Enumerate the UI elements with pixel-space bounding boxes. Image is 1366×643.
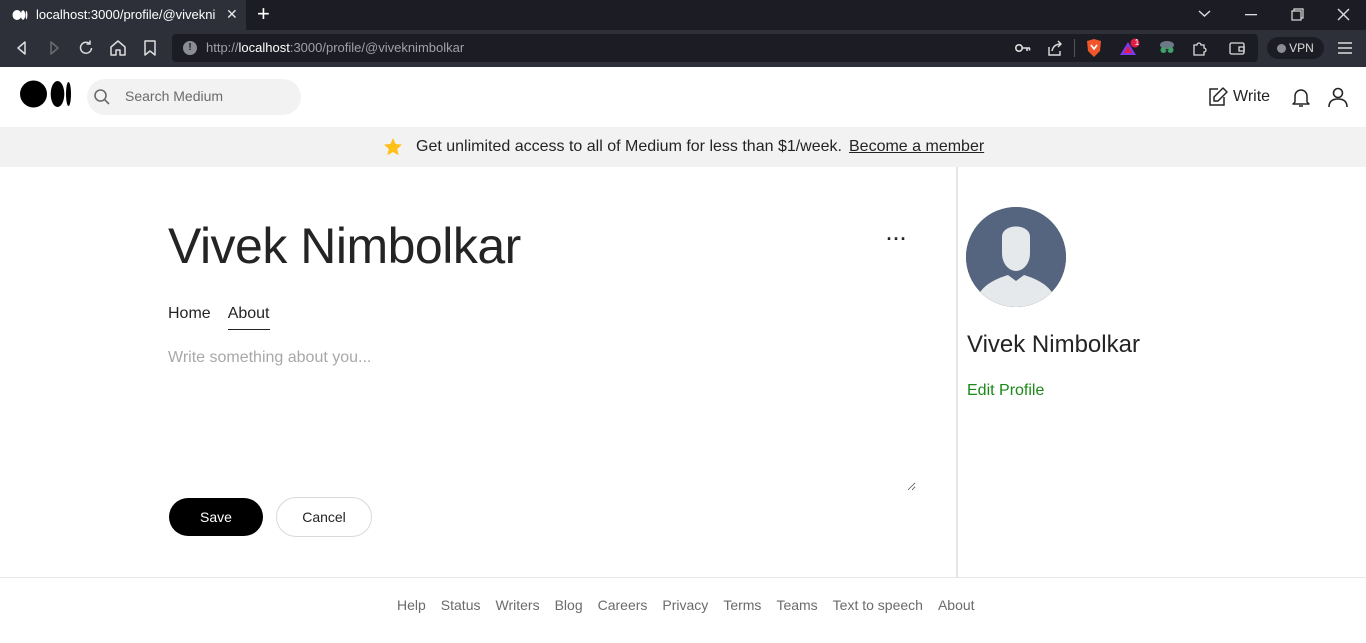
default-avatar-icon: [966, 207, 1066, 307]
close-window-icon[interactable]: [1337, 8, 1350, 21]
restore-icon[interactable]: [1291, 8, 1304, 21]
menu-hamburger-icon[interactable]: [1336, 39, 1354, 57]
address-bar[interactable]: ! http://localhost:3000/profile/@vivekni…: [172, 34, 1258, 62]
footer-link-blog[interactable]: Blog: [555, 597, 583, 613]
membership-banner: Get unlimited access to all of Medium fo…: [0, 127, 1366, 167]
home-icon[interactable]: [108, 38, 128, 58]
new-tab-button[interactable]: +: [257, 3, 270, 25]
footer-links: Help Status Writers Blog Careers Privacy…: [397, 597, 990, 613]
extensions-puzzle-icon[interactable]: [1191, 39, 1209, 57]
footer-link-terms[interactable]: Terms: [723, 597, 761, 613]
reload-icon[interactable]: [76, 38, 96, 58]
save-button[interactable]: Save: [169, 498, 263, 536]
tab-close-icon[interactable]: ✕: [226, 6, 238, 23]
avatar[interactable]: [966, 207, 1066, 307]
search-icon: [94, 89, 110, 105]
share-icon[interactable]: [1046, 39, 1064, 57]
footer-link-text-to-speech[interactable]: Text to speech: [833, 597, 923, 613]
wallet-icon[interactable]: [1228, 39, 1246, 57]
write-pencil-icon: [1209, 87, 1228, 106]
footer-link-writers[interactable]: Writers: [496, 597, 540, 613]
notifications-bell-icon[interactable]: [1290, 86, 1312, 108]
search-input[interactable]: [125, 88, 285, 104]
site-footer: Help Status Writers Blog Careers Privacy…: [0, 577, 1366, 643]
footer-link-about[interactable]: About: [938, 597, 975, 613]
key-icon[interactable]: [1014, 39, 1032, 57]
browser-titlebar: localhost:3000/profile/@viveknimbolkar ✕…: [0, 0, 1366, 30]
vpn-button[interactable]: VPN: [1267, 37, 1324, 59]
write-label: Write: [1233, 88, 1271, 105]
more-options-icon[interactable]: ···: [884, 230, 910, 253]
cancel-button[interactable]: Cancel: [276, 497, 372, 537]
tab-title: localhost:3000/profile/@viveknimbolkar: [36, 7, 216, 22]
url-text[interactable]: http://localhost:3000/profile/@viveknimb…: [206, 40, 464, 55]
edit-profile-link[interactable]: Edit Profile: [967, 382, 1044, 400]
medium-favicon-icon: [12, 10, 28, 20]
tab-about[interactable]: About: [227, 305, 270, 330]
become-member-link[interactable]: Become a member: [849, 138, 984, 156]
back-icon[interactable]: [12, 38, 32, 58]
profile-tabs: Home About: [168, 305, 287, 330]
vpn-status-icon: [1277, 44, 1287, 53]
tab-list-chevron-icon[interactable]: [1198, 9, 1211, 19]
sidebar-divider: [956, 167, 958, 577]
footer-link-status[interactable]: Status: [441, 597, 481, 613]
medium-logo-icon[interactable]: [20, 80, 72, 108]
toolbar-divider: [1074, 39, 1075, 57]
rewards-badge: 1: [1134, 38, 1140, 47]
about-textarea[interactable]: [168, 349, 916, 491]
browser-tab[interactable]: localhost:3000/profile/@viveknimbolkar ✕: [0, 0, 246, 30]
page-title: Vivek Nimbolkar: [168, 218, 521, 274]
footer-link-help[interactable]: Help: [397, 597, 426, 613]
minimize-icon[interactable]: [1245, 14, 1257, 16]
footer-link-teams[interactable]: Teams: [776, 597, 817, 613]
profile-main: Vivek Nimbolkar ··· Home About Save Canc…: [0, 167, 957, 577]
spy-extension-icon[interactable]: [1158, 39, 1176, 57]
star-icon: [384, 138, 402, 156]
bookmark-icon[interactable]: [140, 38, 160, 58]
site-info-icon[interactable]: !: [183, 41, 197, 55]
footer-link-privacy[interactable]: Privacy: [662, 597, 708, 613]
write-button[interactable]: Write: [1207, 86, 1270, 108]
sidebar-profile-name: Vivek Nimbolkar: [967, 331, 1140, 358]
footer-link-careers[interactable]: Careers: [598, 597, 648, 613]
site-header: Write: [0, 67, 1366, 127]
banner-text: Get unlimited access to all of Medium fo…: [416, 138, 842, 155]
brave-shield-icon[interactable]: [1085, 38, 1103, 58]
forward-icon[interactable]: [44, 38, 64, 58]
user-profile-icon[interactable]: [1326, 85, 1350, 109]
search-box[interactable]: [87, 79, 301, 115]
browser-toolbar: ! http://localhost:3000/profile/@vivekni…: [0, 30, 1366, 67]
tab-home[interactable]: Home: [168, 305, 211, 330]
